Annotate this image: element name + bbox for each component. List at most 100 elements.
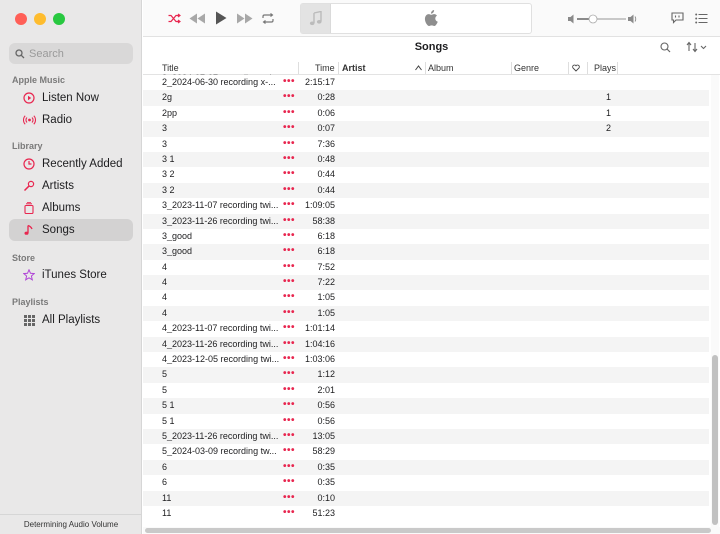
table-row[interactable]: 4_2023-11-26 recording twi... ••• 1:04:16 [143, 336, 709, 353]
column-divider[interactable] [298, 62, 299, 74]
more-options-button[interactable]: ••• [283, 368, 295, 379]
sidebar-item-all-playlists[interactable]: All Playlists [9, 309, 133, 331]
column-divider[interactable] [425, 62, 426, 74]
table-row[interactable]: 5_2024-03-09 recording tw... ••• 58:29 [143, 444, 709, 460]
table-row[interactable]: 5_2023-11-26 recording twi... ••• 13:05 [143, 428, 709, 445]
more-options-button[interactable]: ••• [283, 261, 295, 272]
lyrics-button[interactable] [670, 10, 684, 26]
table-row[interactable]: 4 ••• 1:05 [143, 305, 709, 322]
table-row[interactable]: 2_2024-06-30 recording x-... ••• 2:15:17 [143, 75, 709, 91]
table-row[interactable]: 4 ••• 7:52 [143, 259, 709, 276]
horizontal-scrollbar[interactable] [143, 527, 720, 534]
table-row[interactable]: 3_good ••• 6:18 [143, 228, 709, 245]
table-row[interactable]: 4 ••• 7:22 [143, 275, 709, 291]
column-divider[interactable] [587, 62, 588, 74]
column-header-plays[interactable]: Plays [594, 62, 616, 74]
more-options-button[interactable]: ••• [283, 507, 295, 518]
minimize-window-button[interactable] [34, 13, 46, 25]
more-options-button[interactable]: ••• [283, 184, 295, 195]
table-row[interactable]: 2pp ••• 0:06 1 [143, 105, 709, 122]
table-row[interactable]: 11 ••• 51:23 [143, 505, 709, 522]
more-options-button[interactable]: ••• [283, 399, 295, 410]
sidebar-item-albums[interactable]: Albums [9, 197, 133, 219]
table-row[interactable]: 3 2 ••• 0:44 [143, 182, 709, 199]
column-header-love[interactable] [572, 63, 580, 75]
table-row[interactable]: 5 1 ••• 0:56 [143, 398, 709, 414]
more-options-button[interactable]: ••• [283, 291, 295, 302]
table-row[interactable]: 6 ••• 0:35 [143, 475, 709, 491]
table-row[interactable]: 3 1 ••• 0:48 [143, 151, 709, 168]
sidebar-item-recently-added[interactable]: Recently Added [9, 153, 133, 175]
table-row[interactable]: 5 ••• 2:01 [143, 382, 709, 399]
more-options-button[interactable]: ••• [283, 307, 295, 318]
more-options-button[interactable]: ••• [283, 76, 295, 87]
table-row[interactable]: 6 ••• 0:35 [143, 459, 709, 476]
table-row[interactable]: 3_2023-11-07 recording twi... ••• 1:09:05 [143, 198, 709, 214]
more-options-button[interactable]: ••• [283, 168, 295, 179]
more-options-button[interactable]: ••• [283, 461, 295, 472]
more-options-button[interactable]: ••• [283, 276, 295, 287]
more-options-button[interactable]: ••• [283, 492, 295, 503]
more-options-button[interactable]: ••• [283, 199, 295, 210]
more-options-button[interactable]: ••• [283, 430, 295, 441]
sidebar-item-artists[interactable]: Artists [9, 175, 133, 197]
table-row[interactable]: 11 ••• 0:10 [143, 490, 709, 506]
volume-slider[interactable] [568, 11, 638, 27]
horizontal-scroll-thumb[interactable] [145, 528, 711, 533]
table-row[interactable]: 2g ••• 0:28 1 [143, 90, 709, 106]
table-row[interactable]: 3 2 ••• 0:44 [143, 167, 709, 183]
table-row[interactable]: 3_good ••• 6:18 [143, 244, 709, 260]
sort-button[interactable] [686, 41, 708, 56]
up-next-button[interactable] [694, 10, 708, 26]
table-row[interactable]: 3_2023-11-26 recording twi... ••• 58:38 [143, 213, 709, 229]
table-row[interactable]: 4 ••• 1:05 [143, 290, 709, 306]
more-options-button[interactable]: ••• [283, 245, 295, 256]
more-options-button[interactable]: ••• [283, 138, 295, 149]
sidebar-item-itunes-store[interactable]: iTunes Store [9, 264, 133, 286]
table-row[interactable]: 3 ••• 0:07 2 [143, 121, 709, 137]
close-window-button[interactable] [15, 13, 27, 25]
play-button[interactable] [214, 10, 228, 26]
zoom-window-button[interactable] [53, 13, 65, 25]
song-title: 2g [162, 92, 173, 103]
column-header-album[interactable]: Album [428, 62, 454, 74]
table-row[interactable]: 5 ••• 1:12 [143, 367, 709, 383]
more-options-button[interactable]: ••• [283, 215, 295, 226]
column-divider[interactable] [568, 62, 569, 74]
column-header-artist[interactable]: Artist [342, 62, 366, 74]
search-input[interactable] [29, 47, 124, 60]
shuffle-button[interactable] [167, 10, 181, 26]
sidebar-item-songs[interactable]: Songs [9, 219, 133, 241]
column-header-genre[interactable]: Genre [514, 62, 539, 74]
vertical-scroll-thumb[interactable] [712, 355, 718, 525]
more-options-button[interactable]: ••• [283, 153, 295, 164]
more-options-button[interactable]: ••• [283, 384, 295, 395]
more-options-button[interactable]: ••• [283, 91, 295, 102]
table-row[interactable]: 5 1 ••• 0:56 [143, 413, 709, 429]
more-options-button[interactable]: ••• [283, 353, 295, 364]
column-header-time[interactable]: Time [315, 62, 335, 74]
search-box[interactable] [9, 43, 133, 64]
more-options-button[interactable]: ••• [283, 415, 295, 426]
more-options-button[interactable]: ••• [283, 122, 295, 133]
more-options-button[interactable]: ••• [283, 107, 295, 118]
column-divider[interactable] [617, 62, 618, 74]
more-options-button[interactable]: ••• [283, 476, 295, 487]
next-track-button[interactable] [235, 10, 253, 26]
play-icon [216, 11, 227, 25]
repeat-button[interactable] [261, 10, 275, 26]
table-row[interactable]: 4_2023-12-05 recording twi... ••• 1:03:06 [143, 352, 709, 368]
search-button[interactable] [660, 42, 671, 56]
column-divider[interactable] [338, 62, 339, 74]
sidebar-item-radio[interactable]: Radio [9, 109, 133, 131]
sidebar-item-listen-now[interactable]: Listen Now [9, 87, 133, 109]
column-divider[interactable] [511, 62, 512, 74]
vertical-scrollbar[interactable] [711, 75, 719, 527]
more-options-button[interactable]: ••• [283, 230, 295, 241]
table-row[interactable]: 3 ••• 7:36 [143, 136, 709, 152]
previous-track-button[interactable] [188, 10, 206, 26]
more-options-button[interactable]: ••• [283, 445, 295, 456]
table-row[interactable]: 4_2023-11-07 recording twi... ••• 1:01:14 [143, 321, 709, 337]
more-options-button[interactable]: ••• [283, 322, 295, 333]
more-options-button[interactable]: ••• [283, 338, 295, 349]
